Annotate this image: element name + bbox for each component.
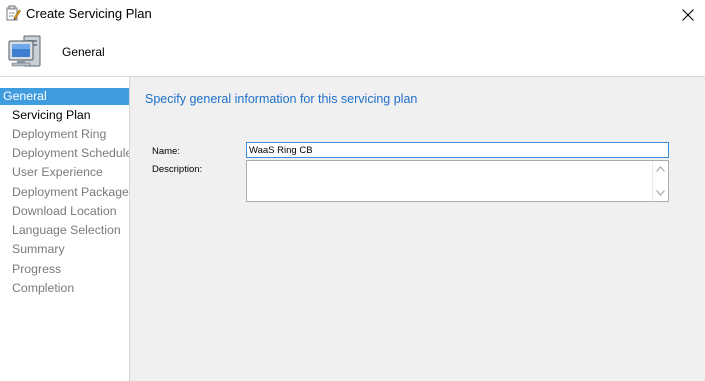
- close-button[interactable]: [671, 0, 705, 29]
- sidebar-item-label: Download Location: [12, 204, 117, 218]
- sidebar-item-label: Deployment Package: [12, 185, 129, 199]
- name-field[interactable]: [246, 142, 669, 158]
- sidebar-item-deployment-package[interactable]: Deployment Package: [0, 184, 129, 201]
- page-title: General: [62, 45, 105, 59]
- sidebar-item-language-selection[interactable]: Language Selection: [0, 222, 129, 239]
- title-bar: Create Servicing Plan: [0, 0, 705, 29]
- sidebar-item-progress[interactable]: Progress: [0, 261, 129, 278]
- chevron-down-icon: [656, 190, 665, 196]
- sidebar-item-servicing-plan[interactable]: Servicing Plan: [0, 107, 129, 124]
- scroll-up-button[interactable]: [653, 163, 668, 175]
- description-field[interactable]: [247, 161, 652, 201]
- sidebar-item-label: Deployment Schedule: [12, 146, 129, 160]
- sidebar-item-general[interactable]: General: [0, 88, 129, 105]
- window-title: Create Servicing Plan: [26, 6, 152, 21]
- sidebar-item-label: Deployment Ring: [12, 127, 107, 141]
- sidebar-item-deployment-schedule[interactable]: Deployment Schedule: [0, 145, 129, 162]
- sidebar-item-label: Language Selection: [12, 223, 121, 237]
- description-field-frame: [246, 160, 669, 202]
- computer-icon: [8, 35, 41, 67]
- section-heading: Specify general information for this ser…: [145, 92, 418, 106]
- sidebar-item-label: General: [3, 89, 47, 103]
- sidebar-item-completion[interactable]: Completion: [0, 280, 129, 297]
- chevron-up-icon: [656, 166, 665, 172]
- wizard-edit-icon: [6, 5, 21, 21]
- close-icon: [682, 8, 694, 21]
- sidebar-item-user-experience[interactable]: User Experience: [0, 164, 129, 181]
- sidebar-item-summary[interactable]: Summary: [0, 241, 129, 258]
- sidebar-item-download-location[interactable]: Download Location: [0, 203, 129, 220]
- sidebar-item-label: Progress: [12, 262, 62, 276]
- sidebar-item-label: Completion: [12, 281, 75, 295]
- description-label: Description:: [152, 164, 203, 175]
- wizard-header: General: [0, 29, 705, 76]
- scroll-down-button[interactable]: [653, 187, 668, 199]
- description-scrollbar[interactable]: [652, 161, 668, 201]
- sidebar-item-label: User Experience: [12, 165, 103, 179]
- wizard-steps-sidebar: General Servicing Plan Deployment Ring D…: [0, 77, 130, 381]
- sidebar-item-deployment-ring[interactable]: Deployment Ring: [0, 126, 129, 143]
- sidebar-item-label: Summary: [12, 242, 65, 256]
- name-label: Name:: [152, 146, 180, 157]
- main-panel: Specify general information for this ser…: [130, 77, 705, 381]
- sidebar-item-label: Servicing Plan: [12, 108, 91, 122]
